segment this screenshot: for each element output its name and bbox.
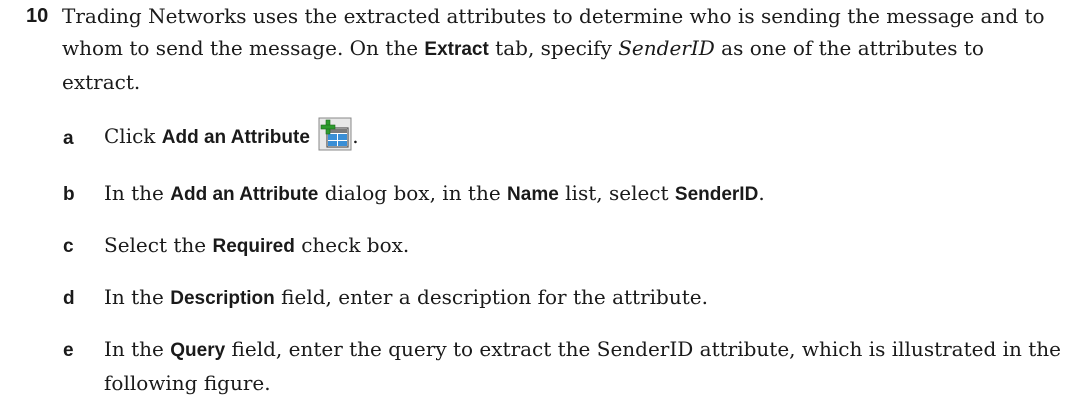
required-checkbox-label: Required (212, 236, 295, 257)
substep-b-period: . (758, 181, 765, 205)
substep-d-text-1: In the (104, 285, 171, 309)
substep-b-text-1: In the (104, 181, 171, 205)
substep-letter: e (63, 340, 74, 361)
substep-text: In the Description field, enter a descri… (104, 281, 1064, 315)
substep-a-period: . (352, 124, 359, 148)
step-number: 10 (26, 5, 49, 27)
name-list-label: Name (507, 184, 559, 205)
substep-c-text-1: Select the (104, 233, 213, 257)
substep-e-text-1: In the (104, 337, 171, 361)
sender-id-option: SenderID (674, 184, 759, 205)
substep-letter: b (63, 184, 75, 205)
substep-e-text-2: field, enter the query to extract the Se… (104, 337, 1062, 395)
sender-id-term: SenderID (618, 36, 715, 60)
substep-letter: d (63, 288, 75, 309)
query-field-label: Query (170, 340, 226, 361)
substep-d-text-2: field, enter a description for the attri… (274, 285, 708, 309)
step-text-2: tab, specify (488, 36, 619, 60)
substep-text: In the Add an Attribute dialog box, in t… (104, 177, 1064, 211)
substep-text: Click Add an Attribute . (104, 117, 1064, 155)
substep-b-text-3: list, select (558, 181, 675, 205)
extract-tab-label: Extract (424, 39, 489, 60)
add-attribute-dialog-label: Add an Attribute (170, 184, 319, 205)
substep-text: In the Query field, enter the query to e… (104, 333, 1064, 399)
substep-letter: a (63, 128, 74, 149)
substep-a-space (310, 124, 316, 148)
substep-c-text-2: check box. (294, 233, 410, 257)
substep-text: Select the Required check box. (104, 229, 1064, 263)
substep-letter: c (63, 236, 74, 257)
description-field-label: Description (170, 288, 275, 309)
add-attribute-label: Add an Attribute (161, 127, 310, 148)
substep-a-text-1: Click (104, 124, 162, 148)
substep-b-text-2: dialog box, in the (318, 181, 508, 205)
step-instruction: Trading Networks uses the extracted attr… (62, 0, 1062, 98)
add-attribute-icon[interactable] (318, 117, 352, 151)
